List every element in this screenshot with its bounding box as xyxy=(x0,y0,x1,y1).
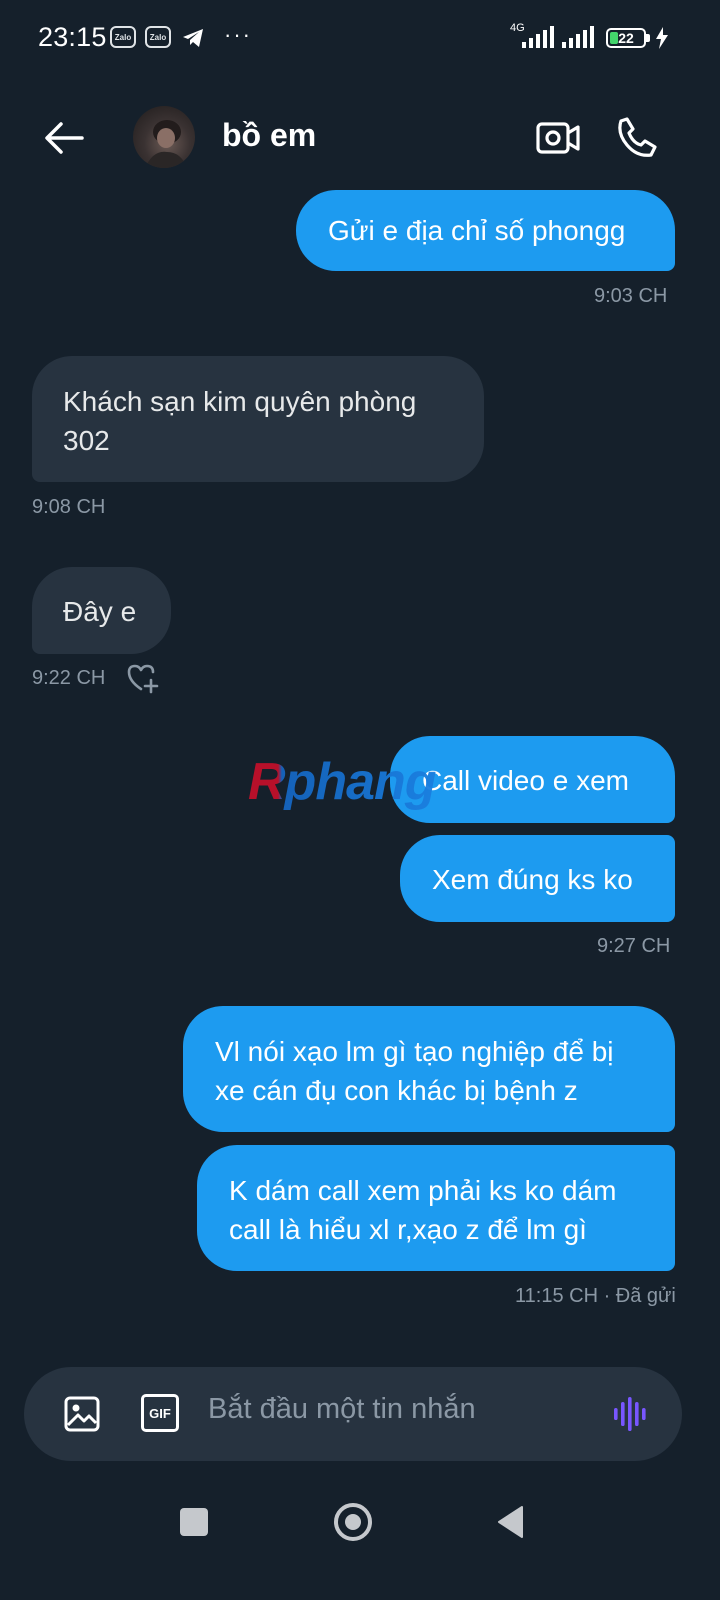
message-text-line: 302 xyxy=(63,425,110,456)
avatar[interactable] xyxy=(133,106,195,168)
signal-icon xyxy=(522,26,554,48)
more-notifications-icon: ··· xyxy=(224,22,252,47)
battery-icon: 22 xyxy=(606,28,646,48)
message-text-line: K dám call xem phải ks ko dám xyxy=(229,1175,617,1206)
telegram-icon xyxy=(183,29,203,47)
zalo-icon: Zalo xyxy=(110,26,136,48)
outgoing-message[interactable]: K dám call xem phải ks ko dám call là hi… xyxy=(197,1145,675,1271)
message-timestamp: 9:08 CH xyxy=(32,496,106,518)
zalo-icon: Zalo xyxy=(145,26,171,48)
gif-icon[interactable]: GIF xyxy=(141,1394,179,1432)
charging-icon xyxy=(656,27,668,49)
message-text: Gửi e địa chỉ số phongg xyxy=(328,215,626,246)
message-timestamp: 9:03 CH xyxy=(594,285,668,307)
image-icon[interactable] xyxy=(60,1392,104,1436)
signal-icon xyxy=(562,26,594,48)
watermark-logo: Rphang xyxy=(248,753,437,811)
message-text-line: Khách sạn kim quyên phòng xyxy=(63,386,417,417)
back-arrow-icon[interactable] xyxy=(40,114,88,162)
voice-icon[interactable] xyxy=(608,1392,654,1436)
message-text-line: Vl nói xạo lm gì tạo nghiệp để bị xyxy=(215,1036,614,1067)
message-text: Đây e xyxy=(63,596,137,627)
message-text: Call video e xem xyxy=(422,765,629,796)
status-time: 23:15 xyxy=(38,22,107,52)
video-call-icon[interactable] xyxy=(534,114,582,162)
message-timestamp: 9:22 CH xyxy=(32,667,106,689)
incoming-message[interactable]: Khách sạn kim quyên phòng 302 xyxy=(32,356,484,482)
message-input[interactable] xyxy=(208,1393,588,1426)
message-status: 11:15 CH · Đã gửi xyxy=(515,1285,676,1307)
phone-call-icon[interactable] xyxy=(612,112,662,162)
message-text: Xem đúng ks ko xyxy=(432,864,633,895)
back-nav-icon[interactable] xyxy=(496,1505,526,1539)
battery-level: 22 xyxy=(618,30,634,46)
outgoing-message[interactable]: Gửi e địa chỉ số phongg xyxy=(296,190,675,271)
recent-apps-button[interactable] xyxy=(180,1508,208,1536)
incoming-message[interactable]: Đây e xyxy=(32,567,171,654)
outgoing-message[interactable]: Xem đúng ks ko xyxy=(400,835,675,922)
battery-tip xyxy=(646,34,650,42)
heart-add-icon[interactable] xyxy=(126,662,160,694)
message-text-line: call là hiểu xl r,xạo z để lm gì xyxy=(229,1214,587,1245)
outgoing-message[interactable]: Vl nói xạo lm gì tạo nghiệp để bị xe cán… xyxy=(183,1006,675,1132)
contact-name[interactable]: bồ em xyxy=(222,117,316,154)
home-button[interactable] xyxy=(334,1503,372,1541)
message-text-line: xe cán đụ con khác bị bệnh z xyxy=(215,1075,578,1106)
message-timestamp: 9:27 CH xyxy=(597,935,671,957)
